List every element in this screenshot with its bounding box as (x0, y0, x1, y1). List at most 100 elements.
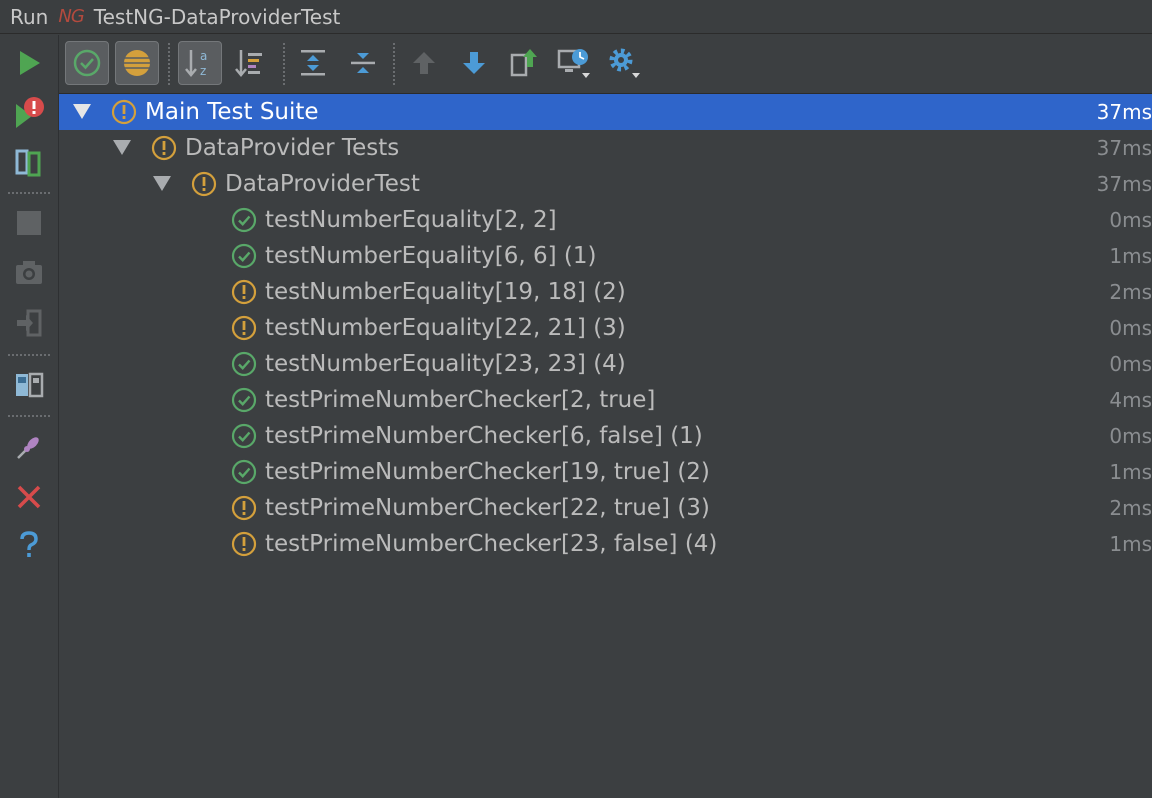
arrow-up-icon (413, 52, 435, 74)
window-title: TestNG-DataProviderTest (93, 4, 341, 29)
separator (8, 192, 50, 194)
sort-alphabetically-toggle[interactable]: a z (178, 41, 222, 85)
tree-row-test[interactable]: testNumberEquality[2, 2] 0ms (59, 202, 1152, 238)
warning-status-icon (231, 279, 257, 305)
stop-icon (17, 211, 41, 235)
rerun-failed-icon (16, 97, 44, 128)
left-toolbar (0, 35, 59, 798)
test-duration: 1ms (1109, 244, 1152, 268)
test-name: DataProvider Tests (185, 135, 400, 161)
collapse-all-button[interactable] (341, 41, 385, 85)
tree-row-test[interactable]: testPrimeNumberChecker[6, false] (1) 0ms (59, 418, 1152, 454)
close-button[interactable] (9, 477, 49, 517)
sort-by-duration-button[interactable] (228, 41, 272, 85)
next-failed-button[interactable] (452, 41, 496, 85)
passed-status-icon (231, 243, 257, 269)
tree-row-test[interactable]: testNumberEquality[23, 23] (4) 0ms (59, 346, 1152, 382)
expand-arrow-icon[interactable] (153, 176, 171, 191)
exit-button[interactable] (9, 303, 49, 343)
warning-status-icon (231, 495, 257, 521)
test-name: testNumberEquality[2, 2] (265, 207, 557, 233)
expand-arrow-icon[interactable] (73, 104, 91, 119)
expand-arrow-icon[interactable] (113, 140, 131, 155)
test-duration: 2ms (1109, 280, 1152, 304)
testng-logo-icon: NG (58, 6, 84, 27)
passed-status-icon (231, 459, 257, 485)
separator (393, 43, 395, 85)
settings-button[interactable] (602, 41, 646, 85)
warning-status-icon (151, 135, 177, 161)
collapse-all-icon (351, 53, 375, 73)
warning-status-icon (191, 171, 217, 197)
test-name: testNumberEquality[6, 6] (1) (265, 243, 597, 269)
test-name: testPrimeNumberChecker[22, true] (3) (265, 495, 710, 521)
toggle-auto-test-icon (15, 149, 41, 177)
stop-button[interactable] (9, 203, 49, 243)
toggle-auto-test-button[interactable] (9, 143, 49, 183)
warning-status-icon (111, 99, 137, 125)
warning-status-icon (231, 531, 257, 557)
test-name: testNumberEquality[23, 23] (4) (265, 351, 626, 377)
test-name: testNumberEquality[19, 18] (2) (265, 279, 626, 305)
show-passed-toggle[interactable] (65, 41, 109, 85)
separator (8, 415, 50, 417)
rerun-failed-button[interactable] (9, 93, 49, 133)
test-name: testNumberEquality[22, 21] (3) (265, 315, 626, 341)
layout-button[interactable] (9, 365, 49, 405)
test-name: testPrimeNumberChecker[19, true] (2) (265, 459, 710, 485)
rerun-button[interactable] (9, 43, 49, 83)
pin-icon (17, 437, 39, 459)
tree-row-test[interactable]: testPrimeNumberChecker[22, true] (3) 2ms (59, 490, 1152, 526)
expand-all-button[interactable] (291, 41, 335, 85)
tree-row-test[interactable]: testNumberEquality[6, 6] (1) 1ms (59, 238, 1152, 274)
tree-row-suite[interactable]: Main Test Suite 37ms (59, 94, 1152, 130)
history-icon (557, 49, 590, 78)
test-duration: 37ms (1096, 136, 1152, 160)
tree-row-test[interactable]: testPrimeNumberChecker[19, true] (2) 1ms (59, 454, 1152, 490)
tree-row-group[interactable]: DataProviderTest 37ms (59, 166, 1152, 202)
arrow-down-icon (463, 52, 485, 74)
test-tree: Main Test Suite 37ms DataProvider Tests 37m… (59, 94, 1152, 798)
passed-status-icon (231, 423, 257, 449)
test-duration: 0ms (1109, 316, 1152, 340)
show-ignored-toggle[interactable] (115, 41, 159, 85)
title-bar: Run NG TestNG-DataProviderTest (0, 0, 1152, 34)
test-duration: 0ms (1109, 352, 1152, 376)
passed-status-icon (231, 387, 257, 413)
tree-row-test[interactable]: testPrimeNumberChecker[2, true] 4ms (59, 382, 1152, 418)
svg-text:z: z (200, 64, 206, 78)
test-name: DataProviderTest (225, 171, 420, 197)
test-duration: 1ms (1109, 532, 1152, 556)
test-name: testPrimeNumberChecker[6, false] (1) (265, 423, 703, 449)
expand-all-icon (301, 50, 325, 76)
test-duration: 37ms (1096, 172, 1152, 196)
test-duration: 37ms (1096, 100, 1152, 124)
help-button[interactable] (9, 525, 49, 565)
test-name: testPrimeNumberChecker[2, true] (265, 387, 656, 413)
help-icon (20, 531, 38, 557)
previous-failed-button[interactable] (402, 41, 446, 85)
ignored-filter-icon (124, 50, 150, 76)
layout-icon (16, 372, 44, 398)
export-results-button[interactable] (502, 41, 546, 85)
svg-text:a: a (200, 49, 207, 63)
dump-threads-button[interactable] (9, 253, 49, 293)
test-duration: 1ms (1109, 460, 1152, 484)
warning-status-icon (231, 315, 257, 341)
tree-row-group[interactable]: DataProvider Tests 37ms (59, 130, 1152, 166)
test-history-button[interactable] (552, 41, 596, 85)
gear-icon (609, 48, 640, 78)
pin-button[interactable] (9, 427, 49, 467)
export-icon (510, 49, 537, 77)
run-label: Run (10, 4, 49, 29)
passed-filter-icon (73, 49, 101, 77)
tree-row-test[interactable]: testNumberEquality[19, 18] (2) 2ms (59, 274, 1152, 310)
tree-row-test[interactable]: testPrimeNumberChecker[23, false] (4) 1ms (59, 526, 1152, 562)
test-name: Main Test Suite (145, 99, 319, 125)
passed-status-icon (231, 351, 257, 377)
tree-row-test[interactable]: testNumberEquality[22, 21] (3) 0ms (59, 310, 1152, 346)
exit-icon (17, 309, 42, 337)
test-name: testPrimeNumberChecker[23, false] (4) (265, 531, 718, 557)
dump-threads-icon (16, 261, 42, 284)
test-duration: 2ms (1109, 496, 1152, 520)
